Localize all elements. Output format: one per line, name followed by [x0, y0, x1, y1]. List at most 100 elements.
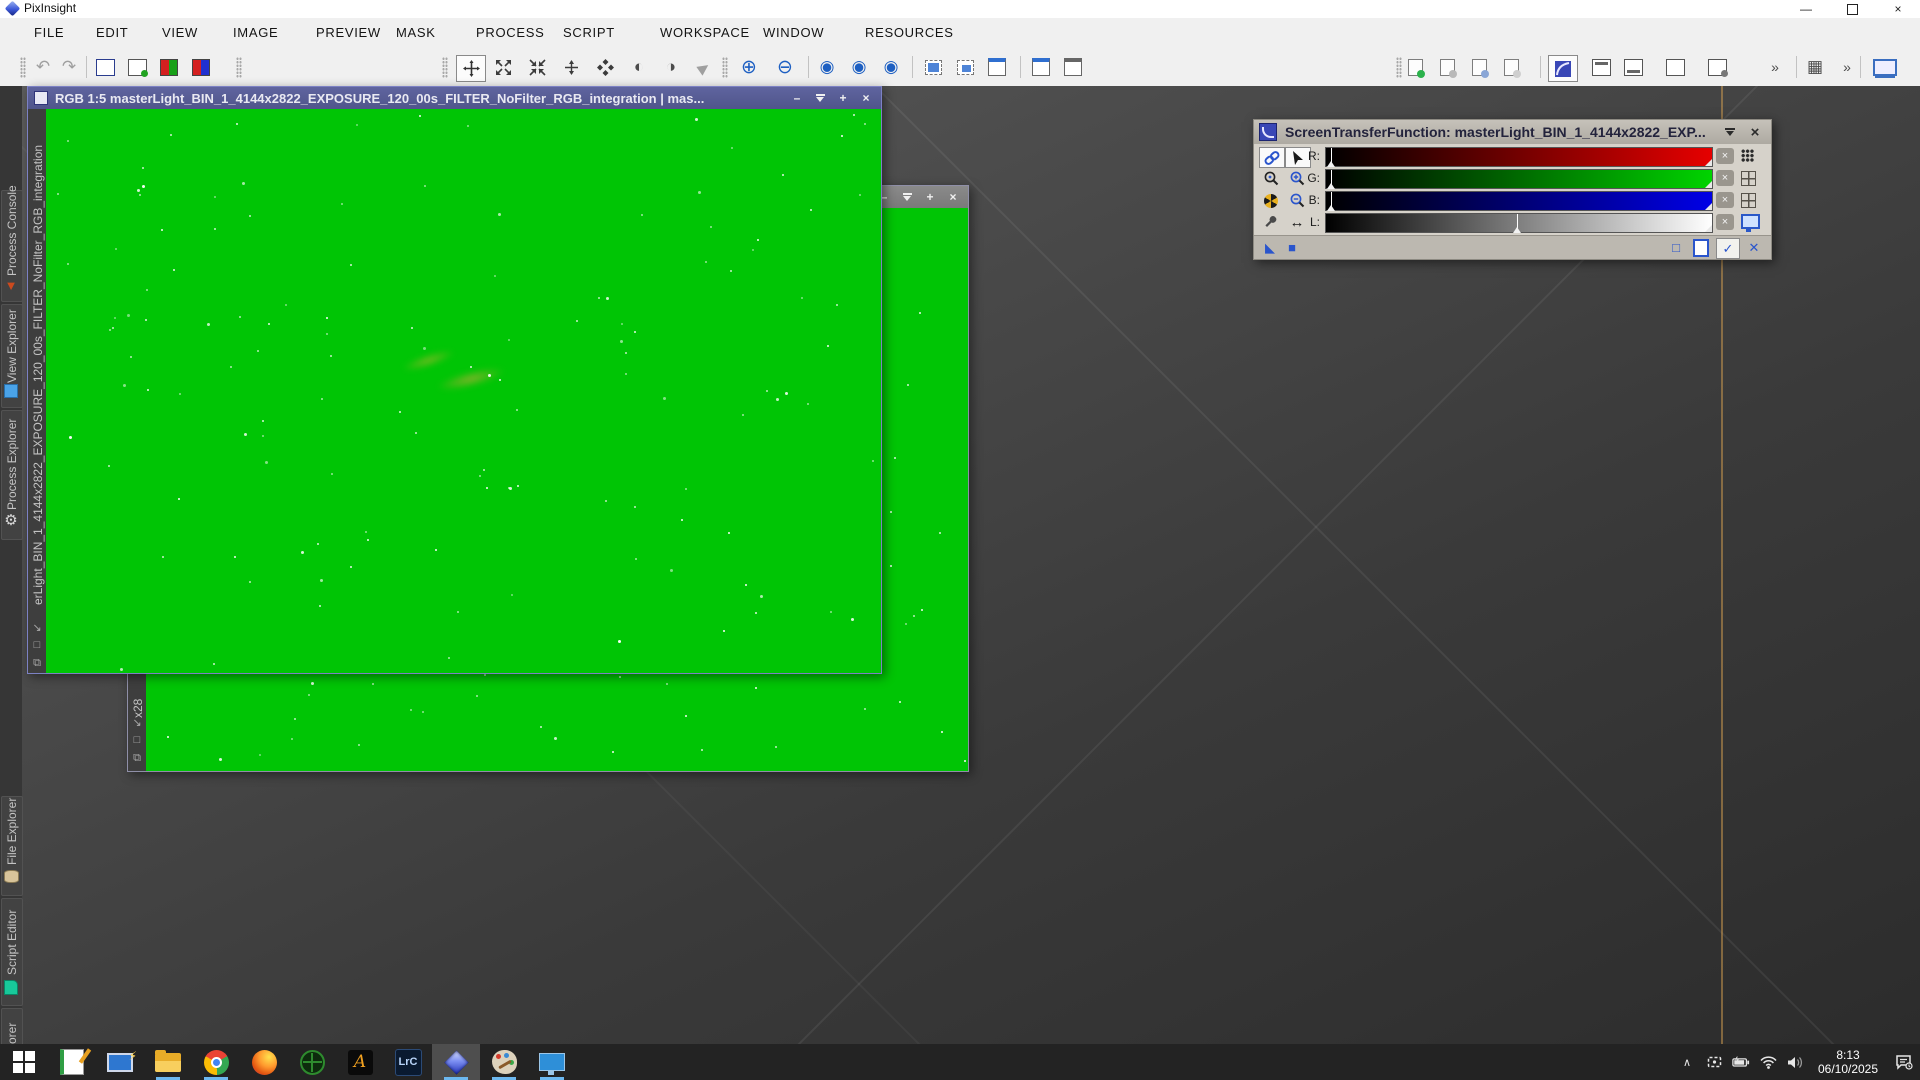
menu-image[interactable]: IMAGE — [233, 18, 278, 48]
new-image-icon[interactable] — [92, 48, 118, 86]
app-titlebar[interactable]: PixInsight — × — [0, 0, 1920, 18]
front-image-canvas[interactable] — [46, 109, 881, 673]
menu-window[interactable]: WINDOW — [763, 18, 824, 48]
red-grid-icon[interactable] — [1741, 149, 1759, 165]
toolbar-drag-handle[interactable] — [442, 57, 448, 78]
window-shade-all-icon[interactable] — [1588, 48, 1614, 86]
center-arrows-icon[interactable] — [558, 48, 584, 86]
menu-view[interactable]: VIEW — [162, 18, 198, 48]
diamond-arrows-icon[interactable] — [592, 48, 618, 86]
luminance-screen-icon[interactable] — [1741, 214, 1759, 230]
workspace-add-icon[interactable] — [1704, 48, 1730, 86]
apply-check-icon[interactable]: ✓ — [1716, 238, 1740, 259]
rgb-blue-channels-icon[interactable] — [188, 48, 214, 86]
taskbar-file-explorer[interactable] — [144, 1044, 192, 1080]
reset-green-icon[interactable]: × — [1716, 170, 1734, 186]
start-button[interactable] — [0, 1044, 48, 1080]
menu-resources[interactable]: RESOURCES — [865, 18, 954, 48]
duplicate-view-icon[interactable]: ⧉ — [128, 752, 146, 765]
menu-script[interactable]: SCRIPT — [563, 18, 615, 48]
close-icon[interactable]: × — [860, 92, 872, 104]
taskbar-paint[interactable] — [480, 1044, 528, 1080]
menu-mask[interactable]: MASK — [396, 18, 436, 48]
toolbar-overflow-icon[interactable]: » — [1762, 48, 1788, 86]
window-minimize-button[interactable]: — — [1784, 0, 1828, 18]
zoom-1-1-icon[interactable]: ◉ — [814, 48, 840, 86]
menu-process[interactable]: PROCESS — [476, 18, 544, 48]
stf-tool-button-selected[interactable] — [1548, 55, 1578, 82]
image-window-front[interactable]: RGB 1:5 masterLight_BIN_1_4144x2822_EXPO… — [27, 86, 882, 674]
preview-select-icon[interactable]: □ — [128, 734, 146, 746]
taskbar-firefox[interactable] — [240, 1044, 288, 1080]
taskbar-phd2[interactable] — [288, 1044, 336, 1080]
zoom-in-icon[interactable]: ⊕ — [736, 48, 762, 86]
zoom-dot-icon[interactable] — [1259, 169, 1283, 188]
menu-workspace[interactable]: WORKSPACE — [660, 18, 750, 48]
stf-blue-slider[interactable] — [1325, 191, 1713, 211]
stf-green-slider[interactable] — [1325, 169, 1713, 189]
fit-window-icon[interactable] — [1028, 48, 1054, 86]
shade-icon[interactable] — [1725, 128, 1739, 136]
reset-blue-icon[interactable]: × — [1716, 192, 1734, 208]
notification-center-icon[interactable] — [1892, 1054, 1916, 1070]
close-icon[interactable]: × — [1748, 124, 1762, 141]
front-window-titlebar[interactable]: RGB 1:5 masterLight_BIN_1_4144x2822_EXPO… — [28, 87, 881, 109]
hidden-icons-chevron[interactable]: ∧ — [1678, 1056, 1696, 1069]
taskbar-apt[interactable]: A — [336, 1044, 384, 1080]
wrench-settings-icon[interactable] — [1259, 213, 1283, 232]
zoom-out-icon[interactable]: ⊖ — [772, 48, 798, 86]
process-disabled-icon[interactable] — [1498, 48, 1524, 86]
rgb-channels-icon[interactable] — [156, 48, 182, 86]
square-mode-icon[interactable]: ■ — [1282, 236, 1302, 259]
toolbar-overflow-icon[interactable]: » — [1834, 48, 1860, 86]
taskbar-chrome[interactable] — [192, 1044, 240, 1080]
stf-red-slider[interactable] — [1325, 147, 1713, 167]
toolbar-drag-handle[interactable] — [236, 57, 242, 78]
preview-select-icon[interactable]: □ — [28, 639, 46, 651]
workspace-icon[interactable] — [1662, 48, 1688, 86]
edit-instance-icon[interactable] — [1691, 236, 1711, 259]
duplicate-view-icon[interactable]: ⧉ — [28, 657, 46, 670]
toolbar-drag-handle[interactable] — [722, 57, 728, 78]
link-rgb-icon[interactable] — [1259, 147, 1285, 168]
window-restore-all-icon[interactable] — [1620, 48, 1646, 86]
wifi-icon[interactable] — [1759, 1056, 1777, 1069]
taskbar-display-app[interactable] — [528, 1044, 576, 1080]
selection-arrow-icon[interactable]: ▶ — [681, 44, 724, 90]
zoom-icon[interactable]: + — [924, 191, 936, 203]
delete-preview-icon[interactable] — [984, 48, 1010, 86]
reset-red-icon[interactable]: × — [1716, 148, 1734, 164]
reset-luminance-icon[interactable]: × — [1716, 214, 1734, 230]
process-new-icon[interactable] — [1402, 48, 1428, 86]
speaker-icon[interactable] — [1786, 1056, 1804, 1069]
taskbar-clock[interactable]: 8:13 06/10/2025 — [1813, 1048, 1883, 1076]
undo-icon[interactable]: ↶ — [30, 48, 56, 86]
duplicate-preview-icon[interactable] — [952, 48, 978, 86]
cast-device-icon[interactable] — [1705, 1055, 1723, 1069]
toolbar-drag-handle[interactable] — [20, 57, 26, 78]
window-close-button[interactable]: × — [1876, 0, 1920, 18]
taskbar-lightroom[interactable]: LrC — [384, 1044, 432, 1080]
process-reload-icon[interactable] — [1466, 48, 1492, 86]
black-point-triangle-icon[interactable]: ◣ — [1260, 236, 1280, 259]
tile-windows-icon[interactable]: ▦ — [1802, 48, 1828, 86]
green-crosshair-icon[interactable] — [1741, 171, 1759, 187]
half-shade-left-icon[interactable]: ◐ — [626, 48, 652, 86]
stf-titlebar[interactable]: ScreenTransferFunction: masterLight_BIN_… — [1254, 120, 1771, 144]
window-maximize-button[interactable] — [1830, 0, 1874, 18]
radiation-autostretch-icon[interactable] — [1259, 191, 1283, 210]
menu-edit[interactable]: EDIT — [96, 18, 128, 48]
shade-icon[interactable] — [814, 92, 826, 104]
target-view-icon[interactable]: ◎ — [128, 770, 146, 772]
taskbar-remote-computer[interactable]: ⚡ — [96, 1044, 144, 1080]
new-instance-icon[interactable]: □ — [1666, 236, 1686, 259]
menu-preview[interactable]: PREVIEW — [316, 18, 381, 48]
expand-arrows-icon[interactable] — [490, 48, 516, 86]
stf-luminance-slider[interactable] — [1325, 213, 1713, 233]
resize-mode-icon[interactable]: ↘ — [128, 716, 146, 729]
minimize-icon[interactable]: – — [791, 92, 803, 104]
zoom-optimal-icon[interactable]: ◉ — [878, 48, 904, 86]
screen-icon[interactable] — [1872, 48, 1898, 86]
redo-icon[interactable]: ↷ — [56, 48, 82, 86]
zoom-to-fit-window-icon[interactable] — [1060, 48, 1086, 86]
